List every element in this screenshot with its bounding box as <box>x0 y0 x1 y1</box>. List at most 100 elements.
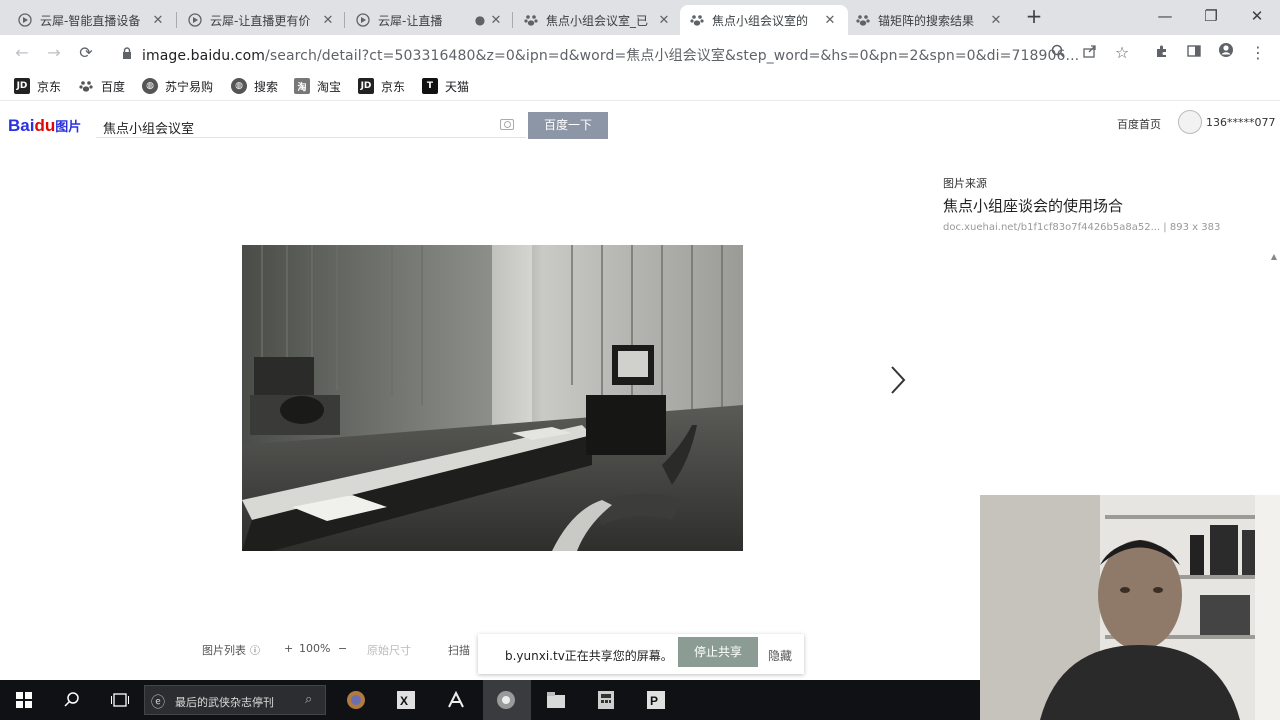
recording-dot-icon[interactable]: ● <box>472 13 488 27</box>
logo-suffix: 图片 <box>55 119 82 134</box>
taobao-icon: 淘 <box>294 78 310 94</box>
powerpoint-icon[interactable]: P <box>644 688 668 712</box>
meeting-room-image <box>242 245 743 551</box>
scrollbar-up-arrow[interactable]: ▲ <box>1268 252 1280 262</box>
forward-arrow-icon[interactable]: → <box>42 41 66 65</box>
bookmark-baidu[interactable]: 百度 <box>78 76 125 96</box>
side-panel-icon[interactable] <box>1182 41 1206 65</box>
tab-baidu-matrix[interactable]: 锚矩阵的搜索结果 ✕ <box>846 5 1014 35</box>
calculator-icon[interactable] <box>594 688 618 712</box>
search-button[interactable]: 百度一下 <box>528 112 608 139</box>
tab-title: 焦点小组会议室的 <box>712 13 809 28</box>
tab-yunxi-3[interactable]: 云犀-让直播 ● ✕ <box>346 5 514 35</box>
tab-yunxi-2[interactable]: 云犀-让直播更有价 ✕ <box>178 5 346 35</box>
bookmark-suning[interactable]: ◍ 苏宁易购 <box>142 76 213 96</box>
address-bar[interactable]: image.baidu.com/search/detail?ct=5033164… <box>110 39 1170 67</box>
yunxi-icon <box>188 13 202 27</box>
tab-title: 锚矩阵的搜索结果 <box>878 13 975 28</box>
url-text[interactable]: image.baidu.com/search/detail?ct=5033164… <box>142 45 1079 65</box>
webcam-overlay <box>980 495 1280 720</box>
baidu-home-link[interactable]: 百度首页 <box>1117 116 1161 132</box>
close-window-icon[interactable]: ✕ <box>1234 4 1280 30</box>
tab-title: 云犀-让直播更有价 <box>210 13 311 28</box>
bookmark-taobao[interactable]: 淘 淘宝 <box>294 76 341 96</box>
bookmark-jd[interactable]: JD 京东 <box>14 76 61 96</box>
minimize-icon[interactable]: — <box>1142 4 1188 30</box>
close-icon[interactable]: ✕ <box>488 13 504 28</box>
firefox-icon[interactable] <box>344 688 368 712</box>
edge-icon: ⓔ <box>151 695 165 711</box>
excel-icon[interactable]: X <box>394 688 418 712</box>
tab-baidu-focus-group[interactable]: 焦点小组会议室_已 ✕ <box>514 5 682 35</box>
share-message: b.yunxi.tv正在共享您的屏幕。 <box>505 649 673 663</box>
zoom-out-button[interactable]: − <box>338 642 347 655</box>
scan-button[interactable]: 扫描 <box>448 642 470 658</box>
search-icon: ⌕ <box>305 692 313 707</box>
detail-photo[interactable] <box>242 245 743 551</box>
bookmark-label: 搜索 <box>254 79 279 94</box>
baidu-paw-icon <box>524 13 538 27</box>
baidu-paw-icon <box>78 78 94 94</box>
globe-icon: ◍ <box>231 78 247 94</box>
close-icon[interactable]: ✕ <box>822 13 838 28</box>
bookmark-label: 淘宝 <box>317 79 342 94</box>
profile-icon[interactable] <box>1214 41 1238 65</box>
tmall-icon: T <box>422 78 438 94</box>
reload-icon[interactable]: ⟳ <box>74 41 98 65</box>
image-list-button[interactable]: 图片列表 <box>202 642 246 658</box>
camera-icon[interactable] <box>500 119 514 130</box>
baidu-paw-icon <box>690 13 704 27</box>
search-icon[interactable] <box>60 688 84 712</box>
stop-sharing-button[interactable]: 停止共享 <box>678 637 758 667</box>
bookmarks-bar: JD 京东 百度 ◍ 苏宁易购 ◍ 搜索 淘 淘宝 JD 京东 T 天猫 <box>0 71 1280 101</box>
windows-taskbar: ⓔ 最后的武侠杂志停刊 ⌕ X P <box>0 680 980 720</box>
jd-icon: JD <box>358 78 374 94</box>
bookmark-jd-2[interactable]: JD 京东 <box>358 76 405 96</box>
source-title[interactable]: 焦点小组座谈会的使用场合 <box>943 195 1123 216</box>
taskbar-search-text: 最后的武侠杂志停刊 <box>175 696 274 709</box>
lock-icon <box>123 47 131 59</box>
chrome-icon[interactable] <box>494 688 518 712</box>
address-bar-row: ← → ⟳ image.baidu.com/search/detail?ct=5… <box>0 35 1280 71</box>
bookmark-label: 天猫 <box>445 79 470 94</box>
hide-button[interactable]: 隐藏 <box>768 647 792 664</box>
menu-icon[interactable]: ⋮ <box>1246 41 1270 65</box>
username[interactable]: 136*****077 <box>1206 116 1276 129</box>
acrobat-icon[interactable] <box>444 688 468 712</box>
baidu-image-logo[interactable]: Baidu图片 <box>8 116 81 136</box>
tab-yunxi-1[interactable]: 云犀-智能直播设备 ✕ <box>8 5 176 35</box>
new-tab-button[interactable]: + <box>1022 5 1046 29</box>
source-meta[interactable]: doc.xuehai.net/b1f1cf83o7f4426b5a8a52...… <box>943 222 1220 233</box>
original-size-button[interactable]: 原始尺寸 <box>367 642 411 658</box>
zoom-in-button[interactable]: + <box>284 642 293 655</box>
bookmark-star-icon[interactable]: ☆ <box>1110 41 1134 65</box>
windows-start-icon[interactable] <box>12 688 36 712</box>
bookmark-tmall[interactable]: T 天猫 <box>422 76 469 96</box>
tab-baidu-focus-group-active[interactable]: 焦点小组会议室的 ✕ <box>680 5 848 35</box>
zoom-icon[interactable] <box>1046 41 1070 65</box>
close-icon[interactable]: ✕ <box>988 13 1004 28</box>
close-icon[interactable]: ✕ <box>150 13 166 28</box>
task-view-icon[interactable] <box>108 688 132 712</box>
extensions-icon[interactable] <box>1150 41 1174 65</box>
restore-icon[interactable]: ❐ <box>1188 4 1234 30</box>
search-input[interactable]: 焦点小组会议室 <box>103 118 194 137</box>
svg-text:P: P <box>650 694 658 708</box>
logo-du: du <box>34 116 56 135</box>
info-icon[interactable]: ⓘ <box>250 642 260 657</box>
back-arrow-icon[interactable]: ← <box>10 41 34 65</box>
url-host: image.baidu.com <box>142 48 266 64</box>
share-icon[interactable] <box>1078 41 1102 65</box>
bookmark-search[interactable]: ◍ 搜索 <box>231 76 278 96</box>
close-icon[interactable]: ✕ <box>656 13 672 28</box>
svg-text:X: X <box>400 694 408 708</box>
baidu-paw-icon <box>856 13 870 27</box>
yunxi-icon <box>356 13 370 27</box>
avatar[interactable] <box>1178 110 1202 134</box>
next-image-chevron-icon[interactable] <box>886 364 910 396</box>
close-icon[interactable]: ✕ <box>320 13 336 28</box>
tab-title: 焦点小组会议室_已 <box>546 13 649 28</box>
file-explorer-icon[interactable] <box>544 688 568 712</box>
zoom-level: 100% <box>299 642 331 655</box>
taskbar-search-box[interactable]: ⓔ 最后的武侠杂志停刊 ⌕ <box>144 685 326 715</box>
